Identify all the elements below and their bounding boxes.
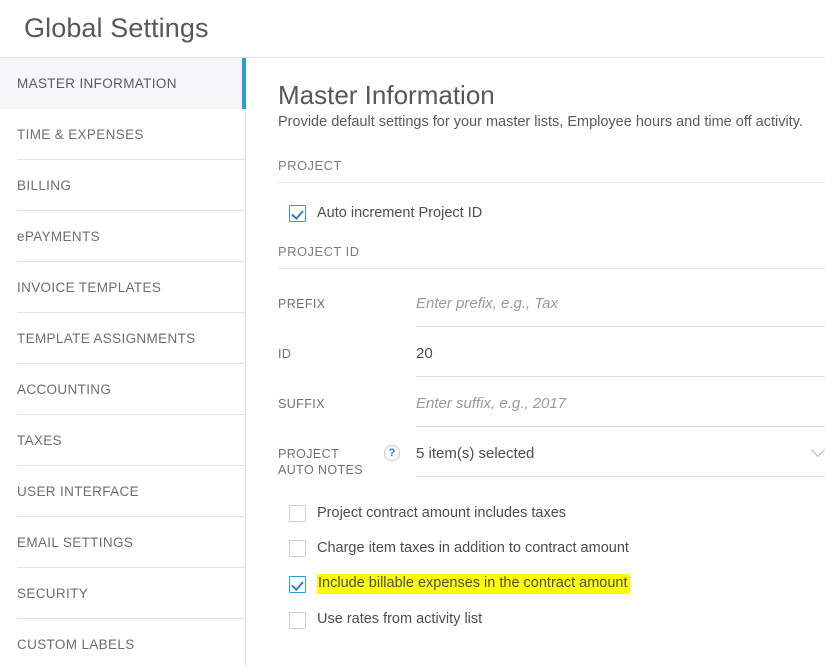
sidebar-item-label: BILLING — [17, 178, 72, 193]
project-id-fields: PREFIX Enter prefix, e.g., Tax ID 20 SUFFIX E… — [278, 291, 825, 491]
sidebar-item-master-information[interactable]: MASTER INFORMATION — [0, 58, 246, 109]
field-input-id[interactable]: 20 — [416, 341, 825, 378]
sidebar-item-label: ePAYMENTS — [17, 229, 100, 244]
sidebar-item-label: CUSTOM LABELS — [17, 637, 135, 652]
checkbox-project-contract-amount-includes-taxes[interactable] — [289, 505, 306, 523]
checkbox-charge-item-taxes-in-addition-to-contract-amount[interactable] — [289, 539, 306, 557]
auto-increment-project-id-row[interactable]: Auto increment Project ID — [289, 205, 825, 222]
sidebar-item-template-assignments[interactable]: TEMPLATE ASSIGNMENTS — [0, 313, 245, 364]
section-subtitle: Provide default settings for your master… — [278, 114, 803, 131]
question-mark-icon[interactable]: ? — [384, 445, 400, 462]
checkbox-use-rates-from-activity-list[interactable] — [289, 611, 306, 629]
settings-sidebar: MASTER INFORMATION TIME & EXPENSES BILLING… — [0, 58, 246, 666]
sidebar-item-invoice-templates[interactable]: INVOICE TEMPLATES — [0, 262, 245, 313]
body-container: MASTER INFORMATION TIME & EXPENSES BILLING… — [0, 58, 825, 666]
field-input-suffix[interactable]: Enter suffix, e.g., 2017 — [416, 391, 825, 428]
sidebar-item-label: TIME & EXPENSES — [17, 127, 144, 142]
sidebar-item-label: USER INTERFACE — [17, 484, 139, 499]
page-header: Global Settings — [0, 0, 825, 58]
sidebar-item-email-settings[interactable]: EMAIL SETTINGS — [0, 517, 245, 568]
field-label-prefix: PREFIX — [278, 297, 326, 312]
field-placeholder-prefix: Enter prefix, e.g., Tax — [416, 295, 559, 313]
sidebar-item-label: TEMPLATE ASSIGNMENTS — [17, 331, 196, 346]
sidebar-item-user-interface[interactable]: USER INTERFACE — [0, 466, 245, 517]
field-row-project-auto-notes: PROJECT AUTO NOTES? 5 item(s) selected — [278, 441, 825, 491]
project-options-list: Project contract amount includes taxes Ch… — [289, 505, 825, 629]
option-row-charge-item-taxes-in-addition-to-contract-amount[interactable]: Charge item taxes in addition to contrac… — [289, 540, 825, 557]
field-row-id: ID 20 — [278, 341, 825, 391]
field-help-slot — [370, 341, 416, 345]
field-label-id: ID — [278, 347, 292, 362]
field-row-suffix: SUFFIX Enter suffix, e.g., 2017 — [278, 391, 825, 441]
field-help-slot: ? — [370, 441, 416, 462]
field-help-slot — [370, 291, 416, 295]
auto-increment-project-id-label: Auto increment Project ID — [317, 204, 483, 221]
option-row-include-billable-expenses-in-the-contract-amount[interactable]: Include billable expenses in the contrac… — [289, 573, 825, 595]
field-row-prefix: PREFIX Enter prefix, e.g., Tax — [278, 291, 825, 341]
main-panel: Master Information Provide default setti… — [246, 58, 825, 666]
sidebar-item-label: MASTER INFORMATION — [17, 76, 177, 91]
field-label-project-auto-notes: PROJECT AUTO NOTES — [278, 447, 364, 477]
sidebar-item-custom-labels[interactable]: CUSTOM LABELS — [0, 619, 245, 670]
field-label-suffix: SUFFIX — [278, 397, 325, 412]
field-input-project-auto-notes[interactable]: 5 item(s) selected — [416, 441, 825, 478]
sidebar-item-epayments[interactable]: ePAYMENTS — [0, 211, 245, 262]
field-input-prefix[interactable]: Enter prefix, e.g., Tax — [416, 291, 825, 328]
sidebar-item-label: ACCOUNTING — [17, 382, 112, 397]
option-row-use-rates-from-activity-list[interactable]: Use rates from activity list — [289, 611, 825, 629]
sidebar-item-label: SECURITY — [17, 586, 89, 601]
checkbox-label-charge-item-taxes-in-addition-to-contract-amount: Charge item taxes in addition to contrac… — [317, 539, 629, 556]
sidebar-item-taxes[interactable]: TAXES — [0, 415, 245, 466]
option-row-project-contract-amount-includes-taxes[interactable]: Project contract amount includes taxes — [289, 505, 825, 523]
sidebar-item-security[interactable]: SECURITY — [0, 568, 245, 619]
sidebar-item-label: INVOICE TEMPLATES — [17, 280, 162, 295]
field-value-project-auto-notes: 5 item(s) selected — [416, 445, 535, 463]
field-value-id: 20 — [416, 345, 433, 363]
checkbox-label-use-rates-from-activity-list: Use rates from activity list — [317, 611, 483, 628]
page-title: Global Settings — [24, 13, 209, 43]
sidebar-item-label: EMAIL SETTINGS — [17, 535, 134, 550]
checkbox-label-project-contract-amount-includes-taxes: Project contract amount includes taxes — [317, 505, 567, 522]
field-help-slot — [370, 391, 416, 395]
checkbox-label-include-billable-expenses-in-the-contract-amount: Include billable expenses in the contrac… — [317, 573, 630, 595]
sidebar-item-time-expenses[interactable]: TIME & EXPENSES — [0, 109, 245, 160]
project-section-heading: PROJECT — [278, 158, 825, 183]
project-id-section-heading: PROJECT ID — [278, 244, 825, 270]
sidebar-item-billing[interactable]: BILLING — [0, 160, 245, 211]
sidebar-item-label: TAXES — [17, 433, 63, 448]
auto-increment-project-id-checkbox[interactable] — [289, 204, 306, 222]
section-title: Master Information — [278, 80, 495, 110]
checkbox-include-billable-expenses-in-the-contract-amount[interactable] — [289, 575, 306, 593]
sidebar-item-accounting[interactable]: ACCOUNTING — [0, 364, 245, 415]
field-placeholder-suffix: Enter suffix, e.g., 2017 — [416, 395, 567, 413]
